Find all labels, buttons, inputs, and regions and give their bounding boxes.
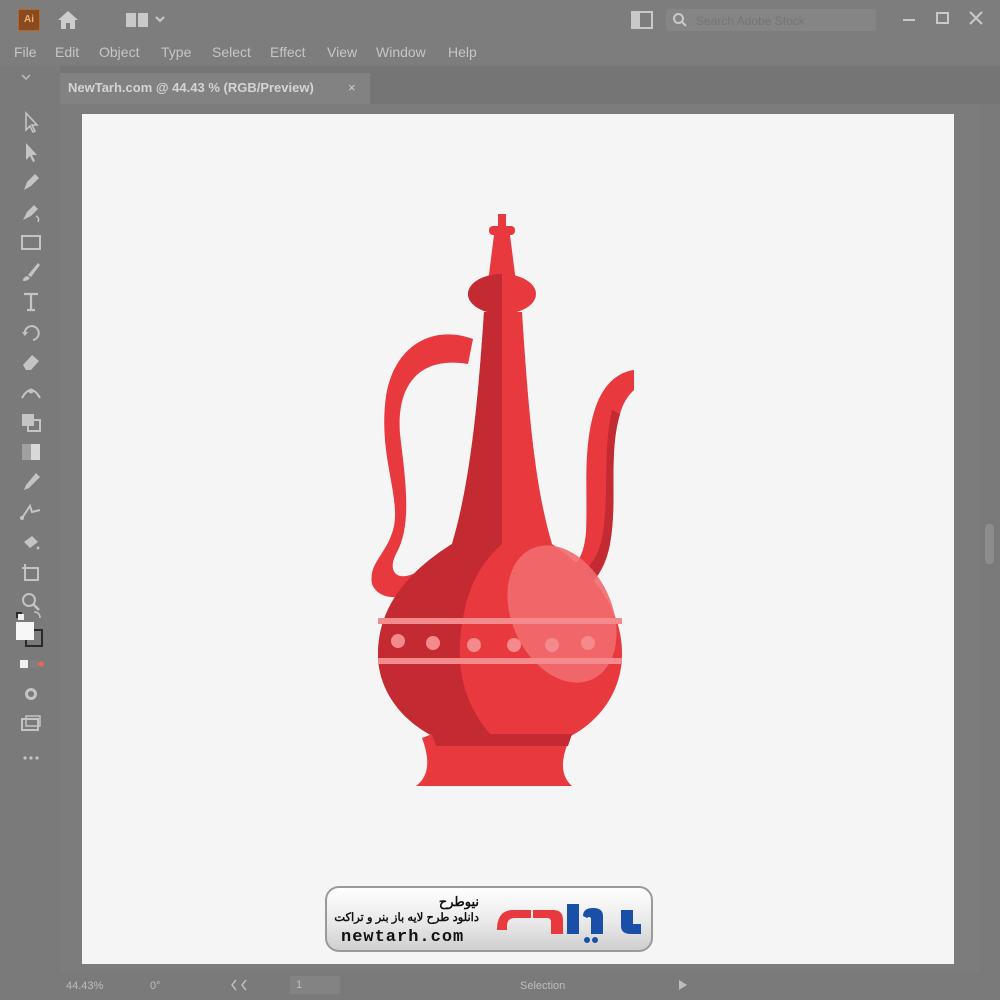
document-tab[interactable]: NewTarh.com @ 44.43 % (RGB/Preview) ×	[60, 73, 370, 104]
close-window-icon[interactable]	[963, 6, 989, 30]
restore-icon[interactable]	[930, 6, 956, 30]
menu-edit[interactable]: Edit	[55, 44, 79, 60]
document-tab-title: NewTarh.com @ 44.43 % (RGB/Preview)	[68, 80, 314, 95]
rectangle-tool-icon[interactable]	[18, 230, 44, 254]
draw-mode-icon[interactable]	[18, 682, 44, 706]
artboard-number: 1	[296, 979, 303, 991]
width-tool-icon[interactable]	[18, 380, 44, 404]
watermark-tagline: دانلود طرح لایه باز بنر و تراکت	[334, 912, 479, 924]
eyedropper-tool-icon[interactable]	[18, 470, 44, 494]
previous-artboard-icon[interactable]	[230, 977, 270, 993]
app-logo: Ai	[18, 9, 40, 31]
play-icon[interactable]	[676, 978, 690, 992]
menu-type[interactable]: Type	[161, 44, 191, 60]
symbol-sprayer-tool-icon[interactable]	[18, 530, 44, 554]
scrollbar-thumb[interactable]	[985, 524, 994, 564]
artboard-tool-icon[interactable]	[18, 560, 44, 584]
artboard-number-field[interactable]: 1	[290, 976, 340, 994]
paintbrush-tool-icon[interactable]	[18, 260, 44, 284]
ewer-band	[378, 618, 622, 624]
top-bar: Ai	[0, 0, 1000, 40]
selection-tool-icon[interactable]	[18, 110, 44, 134]
shape-builder-tool-icon[interactable]	[18, 410, 44, 434]
gradient-tool-icon[interactable]	[18, 440, 44, 464]
close-tab-icon[interactable]: ×	[348, 80, 356, 95]
search-icon	[673, 13, 687, 27]
document-tab-bar: NewTarh.com @ 44.43 % (RGB/Preview) ×	[60, 66, 1000, 104]
watermark-logo	[497, 904, 641, 943]
tools-panel	[0, 66, 60, 976]
search-stock-field[interactable]	[666, 9, 876, 31]
rotate-tool-icon[interactable]	[18, 320, 44, 344]
menu-help[interactable]: Help	[448, 44, 477, 60]
fill-stroke-swatches[interactable]	[10, 608, 50, 648]
menu-view[interactable]: View	[327, 44, 357, 60]
watermark-badge: نیوطرح دانلود طرح لایه باز بنر و تراکت n…	[325, 886, 653, 952]
rotation-angle[interactable]: 0°	[150, 980, 161, 992]
canvas-area[interactable]	[60, 104, 980, 972]
artboard[interactable]	[82, 114, 954, 964]
watermark-brand-name: نیوطرح	[438, 894, 479, 909]
search-input[interactable]	[694, 11, 874, 31]
blend-tool-icon[interactable]	[18, 500, 44, 524]
menu-window[interactable]: Window	[376, 44, 426, 60]
vertical-scrollbar[interactable]	[980, 104, 1000, 972]
menu-bar: File Edit Object Type Select Effect View…	[0, 40, 1000, 66]
color-mode-icon[interactable]	[18, 652, 44, 676]
collapse-panel-icon[interactable]	[12, 74, 42, 80]
direct-selection-tool-icon[interactable]	[18, 140, 44, 164]
pen-tool-icon[interactable]	[18, 170, 44, 194]
minimize-icon[interactable]	[896, 6, 922, 30]
red-ewer-illustration	[371, 214, 634, 786]
menu-file[interactable]: File	[14, 44, 37, 60]
arrange-documents-icon[interactable]	[630, 10, 654, 30]
edit-toolbar-icon[interactable]	[18, 746, 44, 770]
menu-select[interactable]: Select	[212, 44, 251, 60]
eraser-tool-icon[interactable]	[18, 350, 44, 374]
menu-effect[interactable]: Effect	[270, 44, 306, 60]
current-tool-status[interactable]: Selection	[520, 980, 565, 992]
home-icon[interactable]	[55, 8, 81, 32]
zoom-level[interactable]: 44.43%	[66, 980, 103, 992]
curvature-tool-icon[interactable]	[18, 200, 44, 224]
status-bar: 44.43% 0° 1 Selection	[0, 972, 1000, 1000]
screen-mode-icon[interactable]	[18, 712, 44, 736]
menu-object[interactable]: Object	[99, 44, 139, 60]
type-tool-icon[interactable]	[18, 290, 44, 314]
watermark-url: newtarh.com	[341, 928, 465, 947]
workspace-switcher-icon[interactable]	[124, 11, 168, 29]
